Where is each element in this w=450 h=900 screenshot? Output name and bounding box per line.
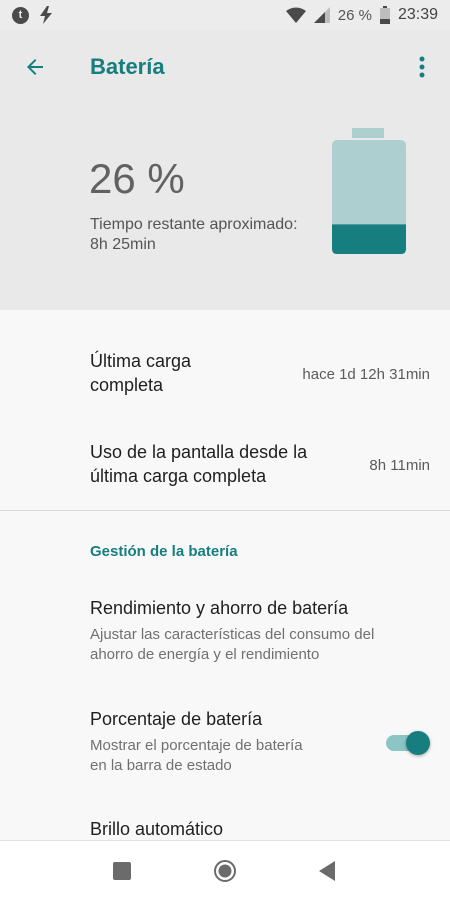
back-button[interactable] [18, 50, 52, 84]
status-bar: t 26 % 23:39 [0, 0, 450, 30]
status-time: 23:39 [397, 6, 438, 23]
battery-header: Batería 26 % Tiempo restante aproximado:… [0, 30, 450, 310]
lightning-icon [40, 6, 52, 24]
screen-usage-label-line1: Uso de la pantalla desde la [90, 442, 308, 462]
time-remaining-label: Tiempo restante aproximado: [90, 216, 298, 233]
recents-button[interactable] [102, 851, 142, 891]
more-options-button[interactable] [410, 52, 434, 82]
auto-brightness-title: Brillo automático [90, 819, 224, 839]
more-vert-icon [419, 56, 425, 78]
page-title: Batería [90, 54, 165, 79]
t-circle-icon: t [12, 6, 29, 24]
battery-percentage-title: Porcentaje de batería [90, 709, 263, 729]
battery-percentage-desc-line2: en la barra de estado [90, 757, 232, 774]
screen-usage-label-line2: última carga completa [90, 466, 267, 486]
home-button[interactable] [205, 851, 245, 891]
last-full-charge-label-line1: Última carga [90, 351, 192, 371]
toggle-thumb [406, 731, 430, 755]
performance-saver-desc-line1: Ajustar las características del consumo … [90, 626, 375, 643]
arrow-back-icon [27, 59, 43, 75]
screen-usage-value: 8h 11min [369, 457, 430, 474]
battery-fill [332, 224, 406, 254]
battery-content: Última carga completa hace 1d 12h 31min … [0, 310, 450, 840]
last-full-charge-row[interactable]: Última carga completa hace 1d 12h 31min [0, 310, 450, 410]
performance-saver-desc-line2: ahorro de energía y el rendimiento [90, 646, 320, 663]
battery-level-icon [332, 128, 406, 254]
wifi-icon [285, 7, 306, 23]
navigation-bar [0, 840, 450, 900]
battery-percentage-desc-line1: Mostrar el porcentaje de batería [90, 737, 303, 754]
battery-management-header: Gestión de la batería [90, 543, 238, 560]
screen-usage-row[interactable]: Uso de la pantalla desde la última carga… [0, 410, 450, 510]
status-right: 26 % 23:39 [285, 6, 438, 24]
status-battery-icon [379, 6, 390, 24]
back-nav-button[interactable] [308, 851, 348, 891]
performance-saver-title: Rendimiento y ahorro de batería [90, 598, 349, 618]
status-battery-percent: 26 % [337, 6, 372, 24]
performance-saver-item[interactable]: Rendimiento y ahorro de batería Ajustar … [0, 580, 450, 670]
battery-settings-screen: t 26 % 23:39 Batería 26 % Tiempo restant… [0, 0, 450, 900]
recents-square-icon [112, 861, 131, 880]
auto-brightness-item[interactable]: Brillo automático [0, 805, 450, 840]
home-circle-icon [213, 859, 236, 882]
time-remaining-value: 8h 25min [90, 236, 156, 253]
status-left: t [12, 6, 53, 24]
last-full-charge-value: hace 1d 12h 31min [302, 366, 430, 383]
battery-percentage-toggle[interactable] [384, 728, 430, 758]
section-divider [0, 510, 450, 511]
battery-percentage-item[interactable]: Porcentaje de batería Mostrar el porcent… [0, 690, 450, 780]
cell-signal-icon [313, 7, 330, 23]
last-full-charge-label-line2: completa [90, 375, 164, 395]
battery-percentage: 26 % [89, 155, 185, 202]
back-triangle-icon [319, 860, 336, 881]
